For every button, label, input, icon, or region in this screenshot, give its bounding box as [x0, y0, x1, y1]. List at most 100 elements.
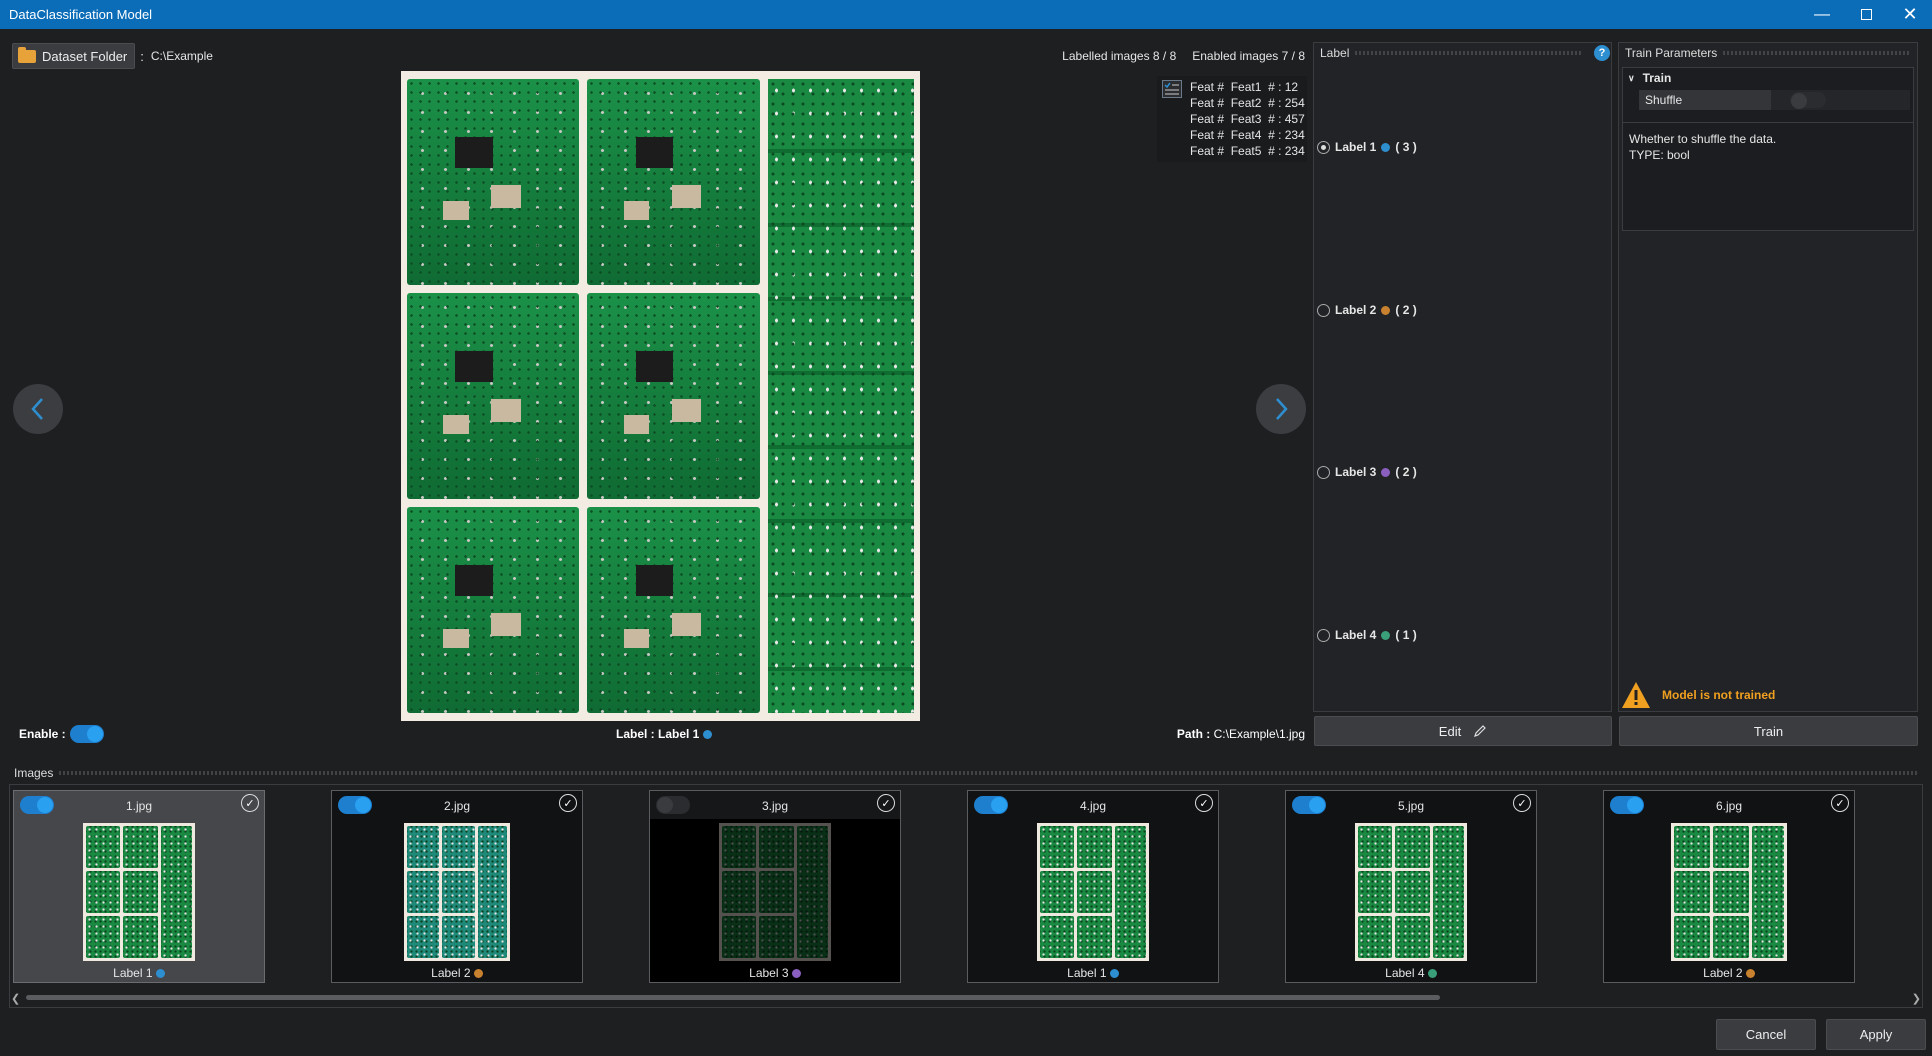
enable-toggle[interactable]: [69, 724, 104, 743]
gallery-scrollbar[interactable]: ❮ ❯: [11, 990, 1921, 1006]
image-name: 1.jpg: [125, 799, 153, 813]
edit-button-label: Edit: [1438, 723, 1462, 739]
close-icon[interactable]: ✕: [1888, 0, 1932, 29]
dataset-path: C:\Example: [150, 49, 213, 63]
label-color-dot: [1381, 305, 1391, 315]
label-option-4[interactable]: Label 4 ( 1 ): [1317, 628, 1417, 642]
train-button[interactable]: Train: [1619, 716, 1918, 746]
images-header: Images: [9, 763, 1923, 783]
image-name: 4.jpg: [1079, 799, 1107, 813]
image-thumbnail: [83, 823, 195, 961]
chevron-left-icon: [31, 398, 43, 420]
image-label: Label 2: [1604, 966, 1854, 980]
label-radio[interactable]: [1317, 140, 1330, 154]
label-color-dot: [1381, 467, 1391, 477]
parameter-description: Whether to shuffle the data. TYPE: bool: [1623, 122, 1913, 171]
pencil-icon: [1474, 725, 1487, 737]
feature-row: Feat # Feat3 # : 457: [1190, 112, 1305, 126]
image-card[interactable]: 4.jpg ✓ Label 1: [967, 790, 1219, 983]
image-card[interactable]: 6.jpg ✓ Label 2: [1603, 790, 1855, 983]
checkmark-icon: ✓: [1513, 794, 1531, 812]
chevron-right-icon: [1276, 398, 1288, 420]
apply-button[interactable]: Apply: [1826, 1019, 1926, 1050]
image-card[interactable]: 2.jpg ✓ Label 2: [331, 790, 583, 983]
train-group-header[interactable]: ∨ Train: [1623, 68, 1913, 88]
image-thumbnail: [1355, 823, 1467, 961]
checkmark-icon: ✓: [241, 794, 259, 812]
image-thumbnail: [1671, 823, 1787, 961]
label-color-dot: [791, 969, 801, 979]
image-name: 5.jpg: [1397, 799, 1425, 813]
current-label: Label : Label 1: [616, 727, 712, 741]
labelled-count: Labelled images 8 / 8: [1062, 49, 1177, 63]
path-separator: :: [140, 48, 144, 64]
checkmark-icon: ✓: [1195, 794, 1213, 812]
label-option-3[interactable]: Label 3 ( 2 ): [1317, 465, 1417, 479]
shuffle-toggle[interactable]: [1790, 92, 1826, 109]
checkmark-icon: ✓: [877, 794, 895, 812]
train-parameters-panel: Train Parameters ∨ Train Shuffle Whether…: [1618, 42, 1918, 712]
label-color-dot: [1381, 630, 1391, 640]
previous-image-button[interactable]: [13, 384, 63, 434]
label-color-dot: [702, 729, 712, 739]
image-thumbnail: [1037, 823, 1149, 961]
feature-list: Feat # Feat1 # : 12 Feat # Feat2 # : 254…: [1157, 76, 1307, 162]
scrollbar-thumb[interactable]: [26, 995, 1440, 1000]
next-image-button[interactable]: [1256, 384, 1306, 434]
enabled-count: Enabled images 7 / 8: [1192, 49, 1305, 63]
image-label: Label 4: [1286, 966, 1536, 980]
label-option-1[interactable]: Label 1 ( 3 ): [1317, 140, 1417, 154]
maximize-icon[interactable]: [1844, 0, 1888, 29]
label-radio[interactable]: [1317, 628, 1330, 642]
model-status-text: Model is not trained: [1662, 688, 1776, 702]
dataset-folder-button[interactable]: Dataset Folder: [12, 43, 136, 69]
folder-icon: [18, 46, 36, 63]
image-label: Label 3: [650, 966, 900, 980]
image-label: Label 2: [332, 966, 582, 980]
image-name: 2.jpg: [443, 799, 471, 813]
checkmark-icon: ✓: [559, 794, 577, 812]
label-color-dot: [155, 969, 165, 979]
main-image: [401, 71, 920, 721]
feature-list-icon[interactable]: [1162, 80, 1182, 98]
label-radio[interactable]: [1317, 303, 1330, 317]
minimize-icon[interactable]: —: [1800, 0, 1844, 29]
image-thumbnail: [719, 823, 831, 961]
label-color-dot: [1109, 969, 1119, 979]
train-panel-title: Train Parameters: [1625, 46, 1718, 60]
label-color-dot: [473, 969, 483, 979]
label-option-2[interactable]: Label 2 ( 2 ): [1317, 303, 1417, 317]
image-label: Label 1: [14, 966, 264, 980]
viewer-toolbar: Dataset Folder : C:\Example Labelled ima…: [12, 42, 1307, 70]
edit-labels-button[interactable]: Edit: [1314, 716, 1612, 746]
feature-row: Feat # Feat1 # : 12: [1190, 80, 1299, 94]
label-color-dot: [1745, 969, 1755, 979]
scroll-right-icon[interactable]: ❯: [1909, 992, 1921, 1005]
shuffle-row: Shuffle: [1639, 90, 1910, 110]
label-color-dot: [1427, 969, 1437, 979]
image-name: 3.jpg: [761, 799, 789, 813]
shuffle-label: Shuffle: [1645, 93, 1683, 107]
label-color-dot: [1381, 142, 1391, 152]
label-panel-title: Label: [1320, 46, 1350, 60]
feature-row: Feat # Feat4 # : 234: [1190, 128, 1305, 142]
help-icon[interactable]: ?: [1594, 45, 1610, 61]
image-thumbnail: [404, 823, 510, 961]
chevron-down-icon: ∨: [1628, 72, 1635, 83]
feature-row: Feat # Feat5 # : 234: [1190, 144, 1305, 158]
property-grid: ∨ Train Shuffle Whether to shuffle the d…: [1622, 67, 1914, 231]
warning-icon: [1622, 682, 1650, 708]
enable-label: Enable :: [19, 726, 66, 741]
window-title: DataClassification Model: [9, 7, 153, 22]
image-path: Path : C:\Example\1.jpg: [1176, 726, 1305, 741]
title-bar: DataClassification Model — ✕: [0, 0, 1932, 29]
label-radio[interactable]: [1317, 465, 1330, 479]
scroll-left-icon[interactable]: ❮: [11, 992, 23, 1005]
image-card[interactable]: 3.jpg ✓ Label 3: [649, 790, 901, 983]
image-status-bar: Enable : Label : Label 1 Path : C:\Examp…: [12, 721, 1307, 746]
image-card[interactable]: 1.jpg ✓ Label 1: [13, 790, 265, 983]
image-name: 6.jpg: [1715, 799, 1743, 813]
cancel-button[interactable]: Cancel: [1716, 1019, 1816, 1050]
image-card[interactable]: 5.jpg ✓ Label 4: [1285, 790, 1537, 983]
feature-row: Feat # Feat2 # : 254: [1190, 96, 1305, 110]
